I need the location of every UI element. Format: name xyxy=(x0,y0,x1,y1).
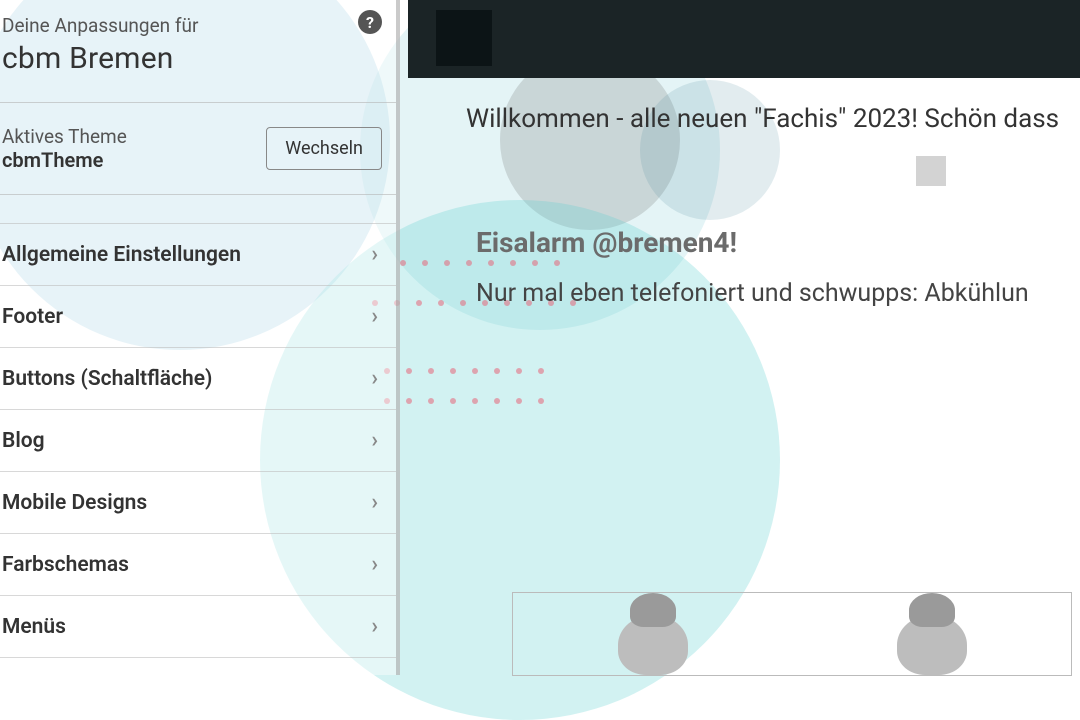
menu-item-blog[interactable]: Blog › xyxy=(0,410,396,472)
person-silhouette xyxy=(618,615,688,675)
active-theme-section: Aktives Theme cbmTheme Wechseln xyxy=(0,102,396,195)
site-title: cbm Bremen xyxy=(2,41,382,76)
sidebar-header: Deine Anpassungen für cbm Bremen ? xyxy=(0,0,396,94)
preview-image-placeholder xyxy=(916,156,946,186)
post-body: Nur mal eben telefoniert und schwupps: A… xyxy=(476,279,1080,308)
customizer-sidebar: Deine Anpassungen für cbm Bremen ? Aktiv… xyxy=(0,0,400,675)
preview-photo xyxy=(512,592,1072,676)
chevron-right-icon: › xyxy=(371,552,378,577)
welcome-text: Willkommen - alle neuen "Fachis" 2023! S… xyxy=(466,104,1080,134)
menu-item-label: Mobile Designs xyxy=(2,491,147,515)
active-theme-label: Aktives Theme xyxy=(2,125,127,148)
preview-logo-placeholder xyxy=(436,10,492,66)
menu-item-label: Footer xyxy=(2,305,63,329)
help-icon[interactable]: ? xyxy=(358,10,382,34)
menu-item-footer[interactable]: Footer › xyxy=(0,286,396,348)
menu-item-color-scheme[interactable]: Farbschemas › xyxy=(0,534,396,596)
chevron-right-icon: › xyxy=(371,428,378,453)
customizer-menu: Allgemeine Einstellungen › Footer › Butt… xyxy=(0,223,396,658)
menu-item-label: Blog xyxy=(2,429,45,453)
active-theme-name: cbmTheme xyxy=(2,148,127,172)
chevron-right-icon: › xyxy=(371,304,378,329)
menu-item-label: Allgemeine Einstellungen xyxy=(2,243,241,267)
chevron-right-icon: › xyxy=(371,242,378,267)
header-subtitle: Deine Anpassungen für xyxy=(2,14,382,37)
menu-item-menus[interactable]: Menüs › xyxy=(0,596,396,658)
chevron-right-icon: › xyxy=(371,614,378,639)
menu-item-label: Buttons (Schaltfläche) xyxy=(2,367,212,391)
menu-item-label: Menüs xyxy=(2,615,66,639)
menu-item-mobile-designs[interactable]: Mobile Designs › xyxy=(0,472,396,534)
site-preview: Willkommen - alle neuen "Fachis" 2023! S… xyxy=(408,0,1080,675)
menu-item-buttons[interactable]: Buttons (Schaltfläche) › xyxy=(0,348,396,410)
post-title: Eisalarm @bremen4! xyxy=(476,226,1080,259)
chevron-right-icon: › xyxy=(371,366,378,391)
switch-theme-button[interactable]: Wechseln xyxy=(266,127,382,170)
preview-header-bar xyxy=(408,0,1080,78)
person-silhouette xyxy=(897,615,967,675)
chevron-right-icon: › xyxy=(371,490,378,515)
menu-item-general[interactable]: Allgemeine Einstellungen › xyxy=(0,223,396,286)
menu-item-label: Farbschemas xyxy=(2,553,129,577)
